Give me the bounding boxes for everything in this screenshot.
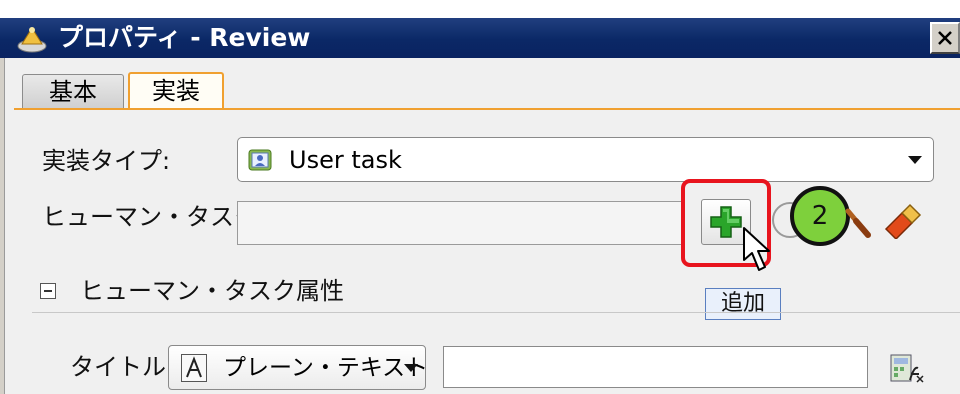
section-divider [32, 312, 960, 313]
implementation-type-value: User task [289, 146, 402, 174]
tab-implementation[interactable]: 実装 [128, 72, 224, 110]
window-title: プロパティ - Review [58, 23, 311, 52]
step-badge: 2 [790, 186, 850, 246]
expression-editor-icon[interactable] [890, 354, 924, 384]
tab-underline [14, 108, 960, 110]
eraser-icon[interactable] [882, 203, 922, 239]
title-type-value: プレーン・テキスト [223, 355, 429, 381]
collapse-icon[interactable] [40, 283, 56, 299]
chevron-down-icon [908, 156, 922, 164]
user-task-icon [248, 149, 272, 171]
dialog-app-icon [17, 27, 47, 53]
properties-dialog: プロパティ - Review 基本 実装 実装タイプ: User task ヒュ… [0, 0, 960, 394]
magnifier-icon[interactable] [842, 207, 872, 239]
human-task-field[interactable] [237, 201, 685, 245]
title-label: タイトル: [70, 353, 175, 381]
window-frame [0, 58, 5, 394]
title-bar[interactable]: プロパティ - Review [0, 18, 960, 58]
plain-text-icon [181, 354, 207, 382]
implementation-type-label: 実装タイプ: [42, 147, 171, 175]
title-type-select[interactable]: プレーン・テキスト [168, 345, 429, 390]
mouse-pointer-icon [743, 227, 770, 271]
human-task-label: ヒューマン・タスク: [42, 203, 267, 231]
title-field[interactable] [443, 346, 868, 388]
add-tooltip: 追加 [705, 288, 781, 320]
tab-basic[interactable]: 基本 [22, 74, 124, 108]
implementation-type-select[interactable]: User task [237, 137, 934, 182]
chevron-down-icon [404, 364, 418, 372]
human-task-attributes-heading: ヒューマン・タスク属性 [80, 277, 344, 305]
close-icon [938, 31, 952, 45]
close-button[interactable] [930, 22, 960, 54]
